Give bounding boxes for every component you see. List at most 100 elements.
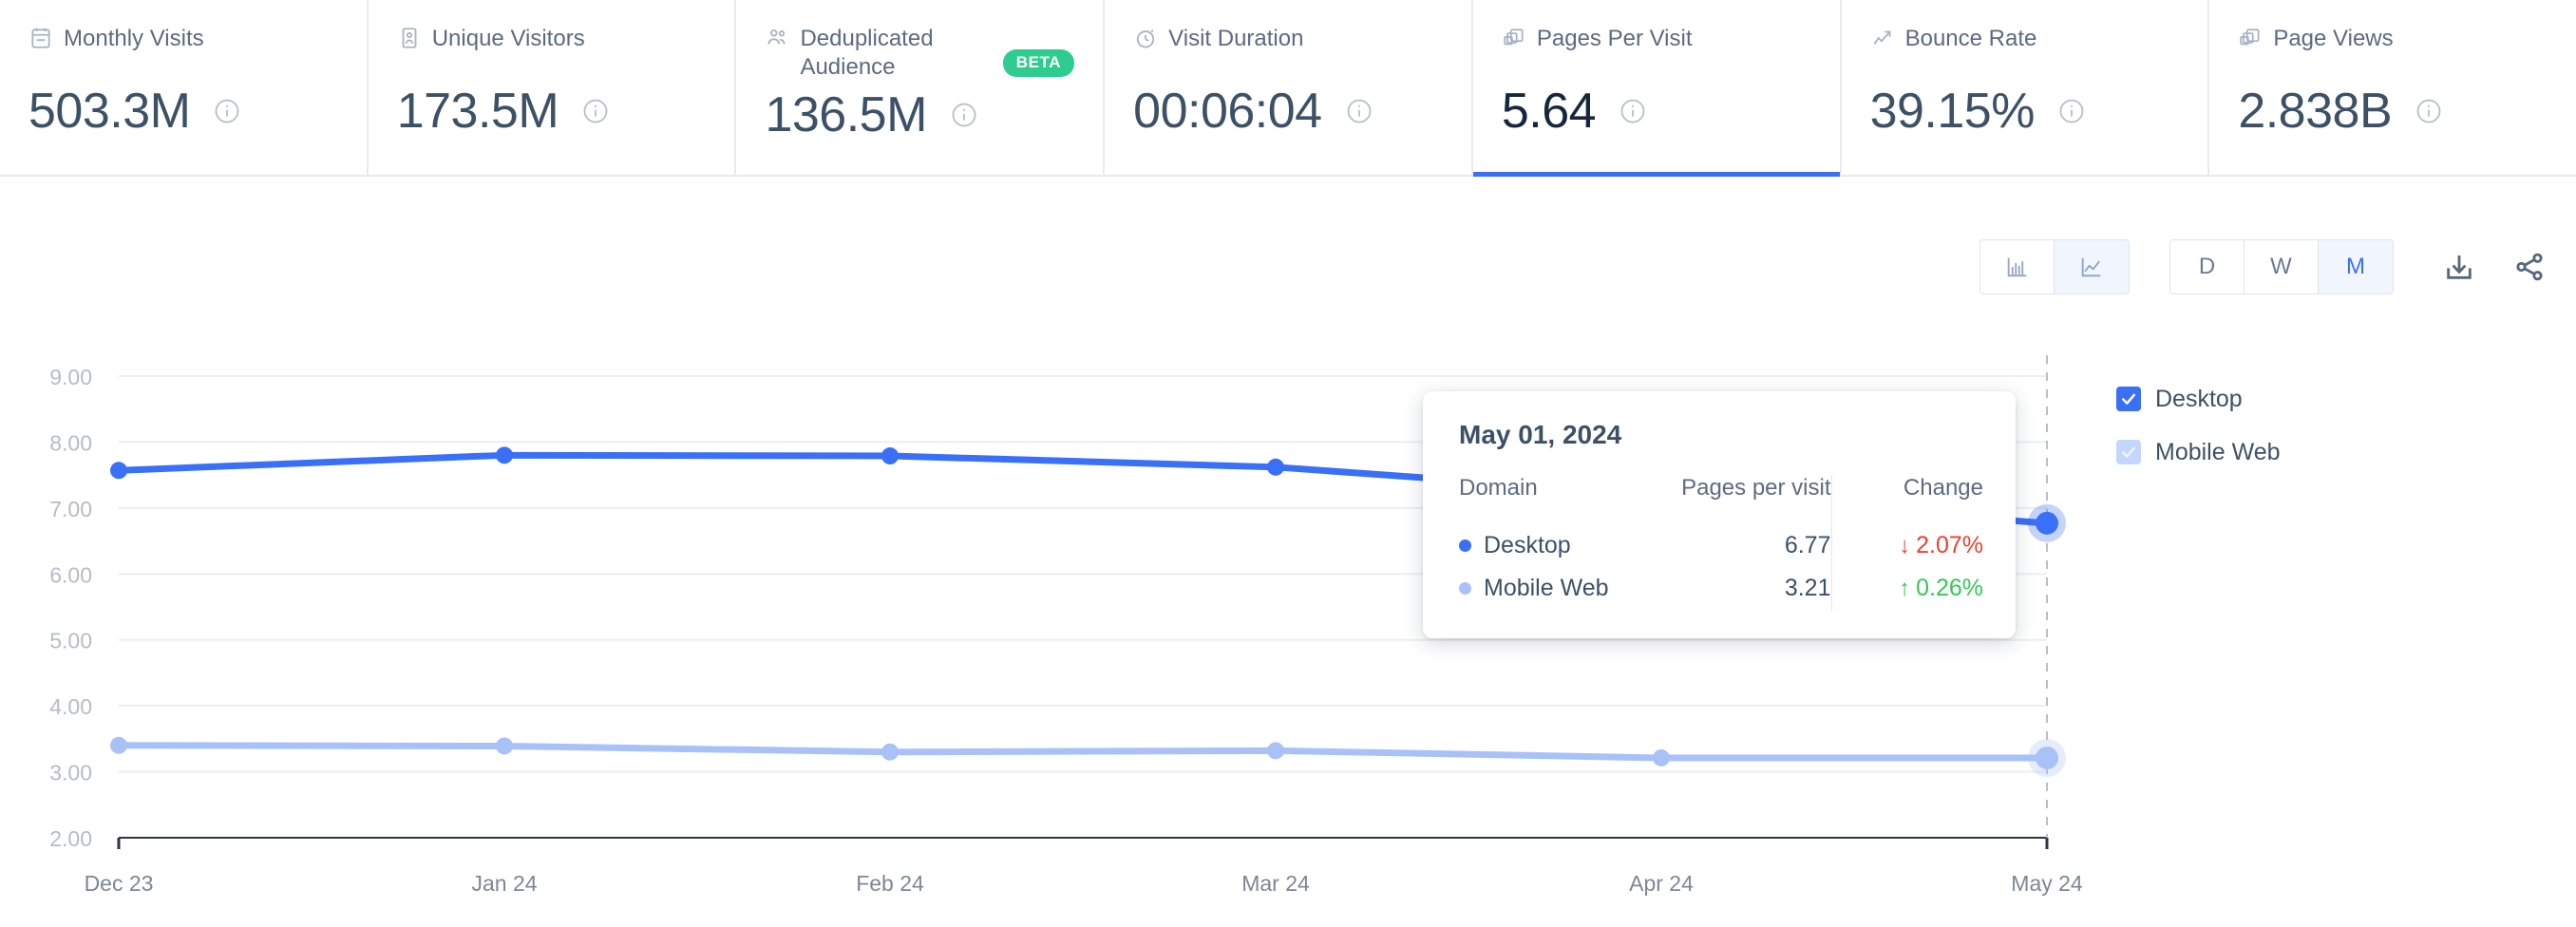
- kpi-title: Bounce Rate: [1905, 25, 2037, 53]
- legend-item-desktop[interactable]: Desktop: [2116, 372, 2281, 426]
- y-axis-tick-label: 3.00: [49, 761, 92, 785]
- series-line-mobile-web: [119, 746, 2047, 758]
- checkbox-desktop[interactable]: [2116, 387, 2141, 411]
- kpi-header: Page Views: [2238, 25, 2548, 78]
- y-axis-tick-label: 6.00: [49, 562, 92, 587]
- legend-label: Desktop: [2155, 386, 2243, 413]
- kpi-value: 2.838B: [2238, 82, 2392, 141]
- y-axis-tick-label: 7.00: [49, 497, 92, 521]
- data-point[interactable]: [1267, 459, 1284, 476]
- x-axis-tick-label: May 24: [2011, 871, 2083, 896]
- kpi-card-monthly-visits[interactable]: Monthly Visits 503.3M: [0, 0, 369, 175]
- kpi-card-bounce-rate[interactable]: Bounce Rate 39.15%: [1842, 0, 2210, 175]
- tooltip-change-cell: ↑0.26%: [1831, 569, 1983, 612]
- tooltip-domain-label: Desktop: [1484, 532, 1571, 559]
- tooltip-domain-cell: Desktop: [1459, 526, 1645, 569]
- info-icon[interactable]: [2057, 97, 2086, 125]
- stopwatch-icon: [1133, 26, 1158, 50]
- tooltip-header-row: Domain Pages per visit Change: [1459, 475, 1983, 526]
- info-icon[interactable]: [581, 97, 610, 125]
- kpi-card-unique-visitors[interactable]: Unique Visitors 173.5M: [369, 0, 737, 175]
- kpi-body: 5.64: [1502, 82, 1811, 141]
- tooltip-domain-cell: Mobile Web: [1459, 569, 1645, 612]
- info-icon[interactable]: [213, 97, 241, 125]
- x-axis-tick-label: Dec 23: [85, 871, 154, 896]
- info-icon[interactable]: [1619, 97, 1647, 125]
- kpi-title: Visit Duration: [1168, 25, 1303, 53]
- kpi-title: Deduplicated Audience: [800, 25, 978, 82]
- data-point[interactable]: [110, 462, 127, 479]
- tooltip-change-cell: ↓2.07%: [1831, 526, 1983, 569]
- checkbox-mobile-web[interactable]: [2116, 440, 2141, 464]
- kpi-header: Monthly Visits: [28, 25, 338, 78]
- kpi-value: 39.15%: [1870, 82, 2035, 141]
- data-point[interactable]: [496, 737, 513, 754]
- unique-visitor-icon: [397, 26, 422, 50]
- kpi-title: Pages Per Visit: [1537, 25, 1693, 53]
- data-point[interactable]: [2036, 747, 2058, 769]
- kpi-strip: Monthly Visits 503.3M Unique Visitors: [0, 0, 2576, 177]
- data-point[interactable]: [2036, 512, 2058, 535]
- kpi-header: Unique Visitors: [397, 25, 707, 78]
- kpi-title: Page Views: [2273, 25, 2393, 53]
- info-icon[interactable]: [950, 101, 978, 129]
- data-point[interactable]: [496, 446, 513, 464]
- x-axis-tick-label: Mar 24: [1241, 871, 1310, 896]
- kpi-card-deduplicated-audience[interactable]: Deduplicated Audience BETA 136.5M: [736, 0, 1105, 175]
- tooltip-row: Mobile Web 3.21 ↑0.26%: [1459, 569, 1983, 612]
- kpi-value: 136.5M: [765, 85, 926, 144]
- kpi-body: 00:06:04: [1133, 82, 1443, 141]
- data-point[interactable]: [1267, 742, 1284, 759]
- series-dot-desktop: [1459, 539, 1471, 552]
- kpi-value: 503.3M: [28, 82, 190, 141]
- y-axis-tick-label: 4.00: [49, 694, 92, 719]
- kpi-value: 173.5M: [397, 82, 559, 141]
- pages-icon: [2238, 26, 2263, 50]
- tooltip-date: May 01, 2024: [1459, 420, 1983, 450]
- kpi-header: Bounce Rate: [1870, 25, 2180, 78]
- kpi-value: 00:06:04: [1133, 82, 1321, 141]
- info-icon[interactable]: [1345, 97, 1373, 125]
- data-point[interactable]: [881, 744, 899, 761]
- beta-badge: BETA: [1003, 49, 1074, 77]
- kpi-body: 2.838B: [2238, 82, 2548, 141]
- tooltip-row: Desktop 6.77 ↓2.07%: [1459, 526, 1983, 569]
- check-icon: [2119, 389, 2138, 408]
- kpi-header: Pages Per Visit: [1502, 25, 1811, 78]
- kpi-body: 39.15%: [1870, 82, 2180, 141]
- y-axis-tick-label: 2.00: [49, 826, 92, 851]
- data-point[interactable]: [881, 447, 899, 464]
- x-axis-tick-label: Jan 24: [471, 871, 537, 896]
- tooltip-table: Domain Pages per visit Change Desktop 6.…: [1459, 475, 1983, 612]
- chart-tooltip: May 01, 2024 Domain Pages per visit Chan…: [1423, 391, 2016, 638]
- kpi-header: Visit Duration: [1133, 25, 1443, 78]
- tooltip-col-domain: Domain: [1459, 475, 1645, 526]
- tooltip-value: 3.21: [1645, 569, 1831, 612]
- data-point[interactable]: [1653, 749, 1670, 766]
- tooltip-change-value: 0.26%: [1916, 575, 1983, 601]
- pages-icon: [1502, 26, 1526, 50]
- data-point[interactable]: [110, 737, 127, 754]
- kpi-card-pages-per-visit[interactable]: Pages Per Visit 5.64: [1473, 0, 1842, 175]
- chart-area[interactable]: 9.00 8.00 7.00 6.00 5.00 4.00 3.00 2.00 Dec 23 Ja…: [0, 177, 2576, 927]
- people-icon: [765, 26, 789, 50]
- tooltip-value: 6.77: [1645, 526, 1831, 569]
- y-axis-tick-label: 5.00: [49, 629, 92, 653]
- legend-label: Mobile Web: [2155, 439, 2281, 466]
- legend-item-mobile-web[interactable]: Mobile Web: [2116, 426, 2281, 479]
- kpi-card-visit-duration[interactable]: Visit Duration 00:06:04: [1105, 0, 1473, 175]
- tooltip-domain-label: Mobile Web: [1484, 575, 1609, 602]
- kpi-value: 5.64: [1502, 82, 1596, 141]
- y-axis-tick-label: 8.00: [49, 430, 92, 455]
- arrow-up-icon: ↑: [1899, 576, 1910, 601]
- x-axis-tick-label: Apr 24: [1629, 871, 1694, 896]
- tooltip-col-change: Change: [1831, 475, 1983, 526]
- x-axis-tick-label: Feb 24: [856, 871, 924, 896]
- arrow-down-icon: ↓: [1899, 533, 1910, 558]
- kpi-body: 136.5M: [765, 85, 1074, 144]
- kpi-body: 173.5M: [397, 82, 707, 141]
- kpi-card-page-views[interactable]: Page Views 2.838B: [2209, 0, 2576, 175]
- pages-per-visit-line-chart[interactable]: 9.00 8.00 7.00 6.00 5.00 4.00 3.00 2.00 Dec 23 Ja…: [0, 177, 2576, 927]
- y-axis-tick-label: 9.00: [49, 365, 92, 389]
- info-icon[interactable]: [2415, 97, 2443, 125]
